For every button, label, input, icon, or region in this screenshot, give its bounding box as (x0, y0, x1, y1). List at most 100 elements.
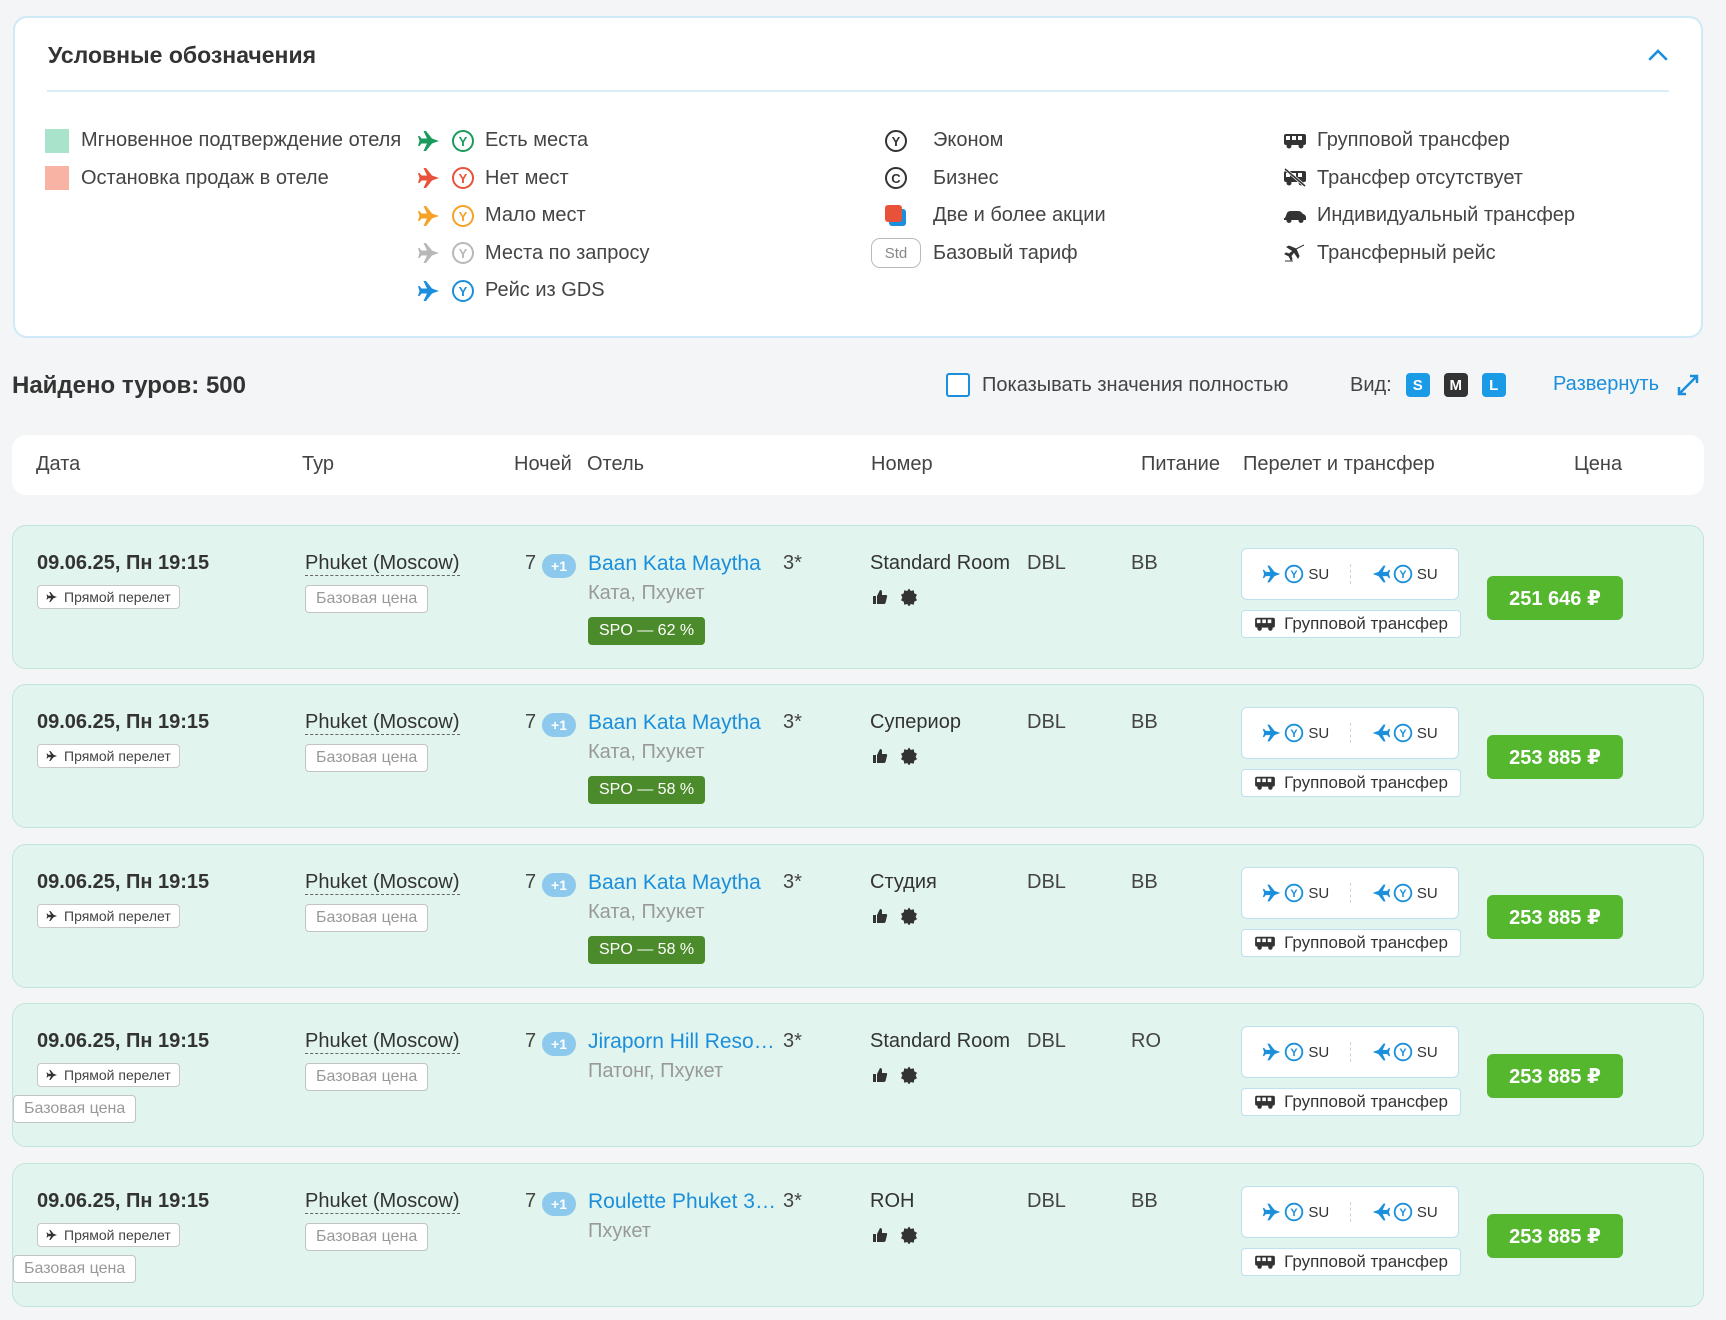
header-hotel[interactable]: Отель (587, 453, 644, 476)
show-full-values-toggle[interactable]: Показывать значения полностью (946, 373, 1288, 397)
room-type: Студия (870, 871, 937, 893)
hotel-link[interactable]: Baan Kata Maytha (588, 552, 761, 576)
flight-segments[interactable]: Y SU Y SU (1241, 1186, 1459, 1238)
airline-code: SU (1416, 884, 1438, 902)
hotel-link[interactable]: Baan Kata Maytha (588, 871, 761, 895)
transfer-flight-icon (1284, 244, 1305, 262)
plane-return-blue-icon (1372, 1203, 1390, 1221)
plane-blue-icon (1263, 1043, 1281, 1061)
show-full-checkbox[interactable] (946, 373, 970, 397)
outbound-flight[interactable]: Y SU (1242, 1042, 1350, 1062)
flight-segments[interactable]: Y SU Y SU (1241, 1026, 1459, 1078)
hotel-link[interactable]: Baan Kata Maytha (588, 711, 761, 735)
hotel-location: Пхукет (588, 1220, 651, 1242)
tour-name[interactable]: Phuket (Moscow) (305, 1030, 460, 1054)
outbound-flight[interactable]: Y SU (1242, 883, 1350, 903)
tour-name[interactable]: Phuket (Moscow) (305, 871, 460, 895)
header-date[interactable]: Дата (36, 453, 80, 476)
economy-red-icon: Y (452, 167, 474, 190)
accommodation-type: DBL (1027, 711, 1066, 733)
accommodation-type: DBL (1027, 871, 1066, 893)
header-price[interactable]: Цена (1574, 453, 1622, 476)
hotel-offer-tag: SPO — 62 % (588, 617, 706, 645)
outbound-flight[interactable]: Y SU (1242, 723, 1350, 743)
table-row[interactable]: 09.06.25, Пн 19:15 Прямой перелет Phuket… (12, 844, 1704, 988)
instant-confirm-swatch (45, 128, 69, 153)
tour-name[interactable]: Phuket (Moscow) (305, 552, 460, 576)
return-flight[interactable]: Y SU (1349, 723, 1459, 743)
header-tour[interactable]: Тур (302, 453, 334, 476)
plane-blue-icon (418, 280, 439, 301)
price-button[interactable]: 251 646 ₽ (1487, 576, 1623, 620)
svg-text:Y: Y (459, 171, 468, 186)
hotel-location: Ката, Пхукет (588, 582, 705, 604)
room-type: Standard Room (870, 552, 1011, 574)
airline-code: SU (1308, 1203, 1330, 1221)
hotel-offer-tag: Базовая цена (13, 1095, 137, 1123)
return-flight[interactable]: Y SU (1349, 564, 1459, 584)
hotel-stars: 3* (783, 552, 802, 574)
room-icons (872, 1066, 930, 1084)
outbound-flight[interactable]: Y SU (1242, 1202, 1350, 1222)
legend-item-instant: Мгновенное подтверждение отеля (45, 122, 401, 160)
legend-title: Условные обозначения (48, 42, 317, 68)
tour-tariff-badge: Базовая цена (305, 744, 429, 772)
bus-icon (1255, 617, 1275, 631)
table-row[interactable]: 09.06.25, Пн 19:15 Прямой перелет Phuket… (12, 525, 1704, 669)
price-button[interactable]: 253 885 ₽ (1487, 735, 1623, 779)
legend-label: Трансфер отсутствует (1317, 166, 1523, 189)
header-flight[interactable]: Перелет и трансфер (1243, 453, 1435, 476)
table-row[interactable]: 09.06.25, Пн 19:15 Прямой перелет Phuket… (12, 1163, 1704, 1307)
return-flight[interactable]: Y SU (1349, 1202, 1459, 1222)
legend-label: Есть места (485, 129, 589, 152)
airline-code: SU (1416, 724, 1438, 742)
price-button[interactable]: 253 885 ₽ (1487, 1054, 1623, 1098)
economy-blue-icon: Y (1393, 564, 1413, 584)
view-l-button[interactable]: L (1481, 373, 1506, 397)
price-button[interactable]: 253 885 ₽ (1487, 1214, 1623, 1258)
flight-segments[interactable]: Y SU Y SU (1241, 867, 1459, 919)
tour-name[interactable]: Phuket (Moscow) (305, 1190, 460, 1214)
hotel-link[interactable]: Jiraporn Hill Resort... (588, 1030, 778, 1054)
plane-icon (46, 1070, 57, 1080)
direct-flight-label: Прямой перелет (64, 748, 171, 764)
bus-icon (1255, 776, 1275, 790)
economy-blue-icon: Y (1285, 723, 1304, 743)
header-nights[interactable]: Ночей (514, 453, 572, 476)
hotel-stars: 3* (783, 711, 802, 733)
plane-blue-icon (1263, 1203, 1281, 1221)
table-header: Дата Тур Ночей Отель Номер Питание Перел… (12, 435, 1704, 495)
flight-segments[interactable]: Y SU Y SU (1241, 548, 1459, 600)
hotel-offer-tag: SPO — 58 % (588, 936, 706, 964)
view-s-button[interactable]: S (1405, 373, 1430, 397)
nights-count: 7 (525, 552, 537, 574)
economy-blue-icon: Y (1393, 723, 1413, 743)
table-row[interactable]: 09.06.25, Пн 19:15 Прямой перелет Phuket… (12, 1003, 1704, 1147)
tour-name[interactable]: Phuket (Moscow) (305, 711, 460, 735)
meal-plan: BB (1131, 711, 1158, 733)
view-size-switcher: Вид: S M L (1350, 373, 1506, 397)
extra-night-badge: +1 (542, 713, 576, 737)
departure-date: 09.06.25, Пн 19:15 (37, 871, 210, 893)
badge-star-icon (901, 1066, 917, 1084)
chevron-up-icon[interactable] (1647, 44, 1669, 66)
direct-flight-label: Прямой перелет (64, 908, 171, 924)
header-room[interactable]: Номер (871, 453, 933, 476)
expand-label: Развернуть (1553, 373, 1660, 395)
outbound-flight[interactable]: Y SU (1242, 564, 1350, 584)
svg-text:Y: Y (1291, 728, 1299, 740)
expand-link[interactable]: Развернуть (1553, 373, 1699, 396)
transfer-label: Групповой трансфер (1284, 773, 1448, 792)
view-m-button[interactable]: M (1443, 373, 1468, 397)
economy-blue-icon: Y (1285, 1202, 1304, 1222)
no-bus-icon (1284, 168, 1306, 188)
flight-segments[interactable]: Y SU Y SU (1241, 707, 1459, 759)
table-row[interactable]: 09.06.25, Пн 19:15 Прямой перелет Phuket… (12, 684, 1704, 828)
hotel-link[interactable]: Roulette Phuket 3*... (588, 1190, 778, 1214)
header-meal[interactable]: Питание (1141, 453, 1220, 476)
thumbs-up-icon (873, 1068, 888, 1082)
return-flight[interactable]: Y SU (1349, 1042, 1459, 1062)
economy-blue-icon: Y (452, 279, 474, 302)
price-button[interactable]: 253 885 ₽ (1487, 895, 1623, 939)
return-flight[interactable]: Y SU (1349, 883, 1459, 903)
